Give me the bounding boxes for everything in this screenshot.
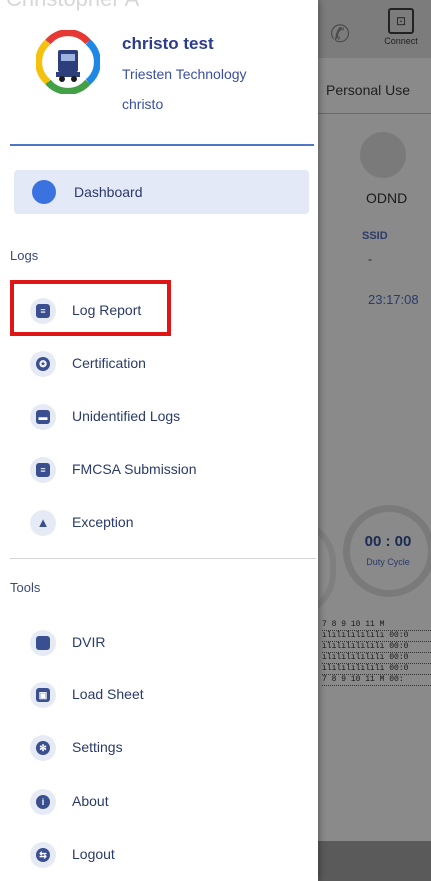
menu-item-label: Dashboard <box>74 184 143 200</box>
highlight-box <box>10 280 171 336</box>
background-divider <box>318 113 431 114</box>
drawer-header: christo test Triesten Technology christo <box>0 0 318 146</box>
menu-item-label: FMCSA Submission <box>72 461 197 477</box>
ssid-value: - <box>368 252 372 266</box>
menu-item-settings[interactable]: ✻ Settings <box>14 727 304 767</box>
load-sheet-icon: ▣ <box>30 682 56 708</box>
status-code: ODND <box>366 190 408 206</box>
menu-item-dvir[interactable]: DVIR <box>14 622 304 662</box>
menu-item-label: DVIR <box>72 634 106 650</box>
menu-item-label: Exception <box>72 514 134 530</box>
log-grid: 7 8 9 10 11 M ılılılılılılı 00:0 ılılılı… <box>322 620 431 686</box>
navigation-drawer: Christopher A christo test Triesten Tech… <box>0 0 318 881</box>
log-grid-row: ılılılılılılı 00:0 <box>322 631 431 642</box>
truck-status-icon <box>360 132 406 178</box>
log-grid-row: 7 8 9 10 11 M <box>322 620 431 631</box>
log-grid-row: ılılılılılılı 00:0 <box>322 653 431 664</box>
menu-item-exception[interactable]: ▲ Exception <box>14 502 304 542</box>
warning-icon: ▲ <box>30 510 56 536</box>
profile-name: christo test <box>122 34 214 53</box>
menu-item-label: Load Sheet <box>72 686 144 702</box>
menu-item-logout[interactable]: ⇆ Logout <box>14 834 304 874</box>
info-icon: i <box>30 789 56 815</box>
connect-icon: ⊡ <box>388 8 414 34</box>
phone-icon: ✆ <box>330 21 351 48</box>
truck-logo-icon <box>36 30 100 94</box>
duty-cycle-value: 00 : 00 <box>364 533 412 550</box>
section-tools: Tools <box>10 580 41 595</box>
connect-button: ⊡ Connect <box>376 8 426 46</box>
gear-icon: ✻ <box>30 735 56 761</box>
log-grid-row: ılılılılılılı 00:0 <box>322 642 431 653</box>
certificate-icon: ✪ <box>30 351 56 377</box>
section-divider <box>10 558 316 559</box>
file-icon <box>30 630 56 656</box>
time-value: 23:17:08 <box>368 292 419 307</box>
log-grid-row: ılılılılılılı 00:0 <box>322 664 431 675</box>
menu-item-label: Certification <box>72 355 146 371</box>
dashboard-icon <box>32 180 56 204</box>
log-grid-row: 7 8 9 10 11 M 00: <box>322 675 431 686</box>
ssid-label: SSID <box>362 230 388 242</box>
menu-item-label: Settings <box>72 739 123 755</box>
menu-item-dashboard[interactable]: Dashboard <box>14 170 309 214</box>
submission-icon: ≡ <box>30 457 56 483</box>
duty-cycle-gauge <box>343 505 431 597</box>
menu-item-about[interactable]: i About <box>14 781 304 821</box>
menu-item-label: Unidentified Logs <box>72 408 181 424</box>
profile-company: Triesten Technology <box>122 66 247 82</box>
section-logs: Logs <box>10 248 39 263</box>
menu-item-label: Logout <box>72 846 115 862</box>
personal-use-label: Personal Use <box>326 82 411 98</box>
menu-item-load-sheet[interactable]: ▣ Load Sheet <box>14 674 304 714</box>
menu-item-certification[interactable]: ✪ Certification <box>14 343 304 383</box>
header-divider <box>10 144 314 146</box>
logout-icon: ⇆ <box>30 842 56 868</box>
duty-cycle-label: Duty Cycle <box>366 557 410 567</box>
gauge-left <box>318 520 336 616</box>
menu-item-label: About <box>72 793 109 809</box>
profile-username: christo <box>122 96 164 112</box>
unidentified-logs-icon: ▬ <box>30 404 56 430</box>
background-bottom <box>318 841 431 881</box>
menu-item-fmcsa-submission[interactable]: ≡ FMCSA Submission <box>14 449 304 489</box>
connect-label: Connect <box>384 36 418 46</box>
background-screen: ✆ ⊡ Connect Personal Use ODND SSID - 23:… <box>318 0 431 881</box>
menu-item-unidentified-logs[interactable]: ▬ Unidentified Logs <box>14 396 304 436</box>
